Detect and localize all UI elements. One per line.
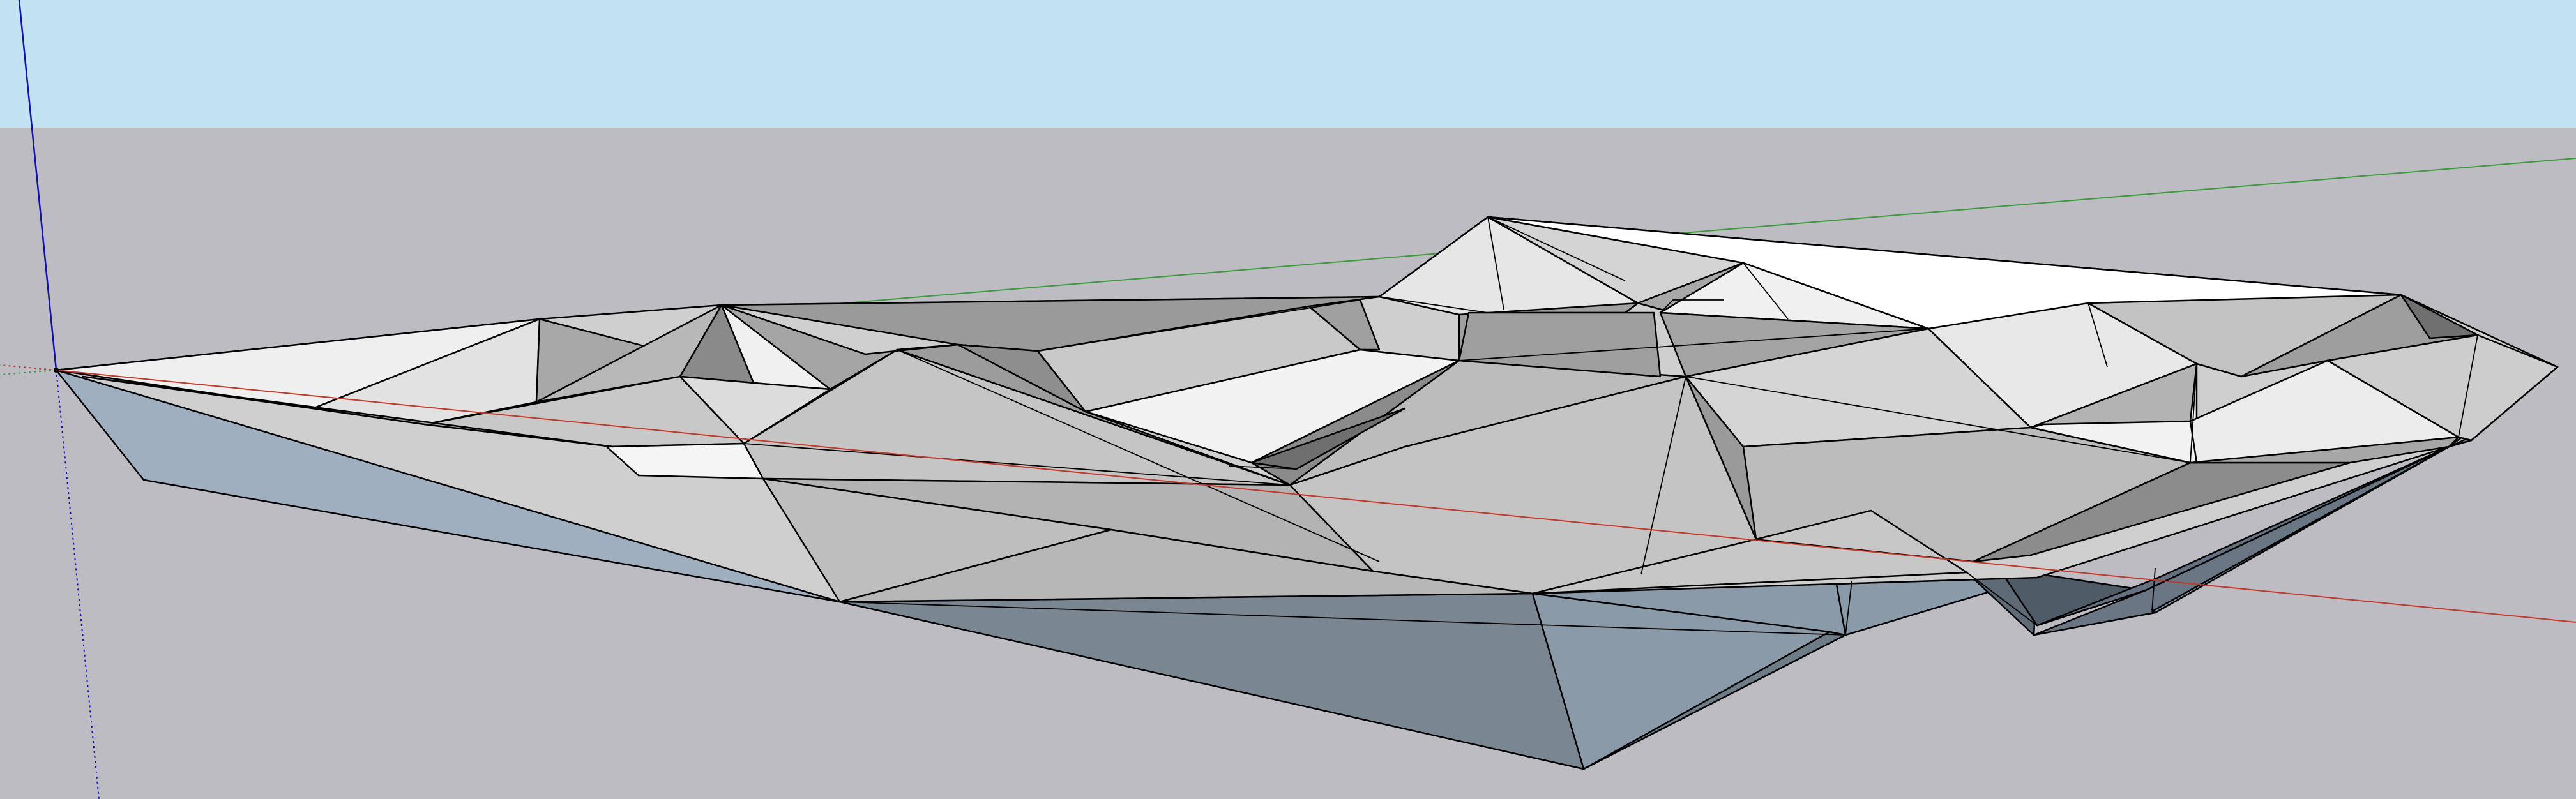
viewport-canvas[interactable] (0, 0, 2576, 799)
3d-viewport[interactable] (0, 0, 2576, 799)
axis-origin (54, 368, 59, 373)
sky (0, 0, 2576, 128)
